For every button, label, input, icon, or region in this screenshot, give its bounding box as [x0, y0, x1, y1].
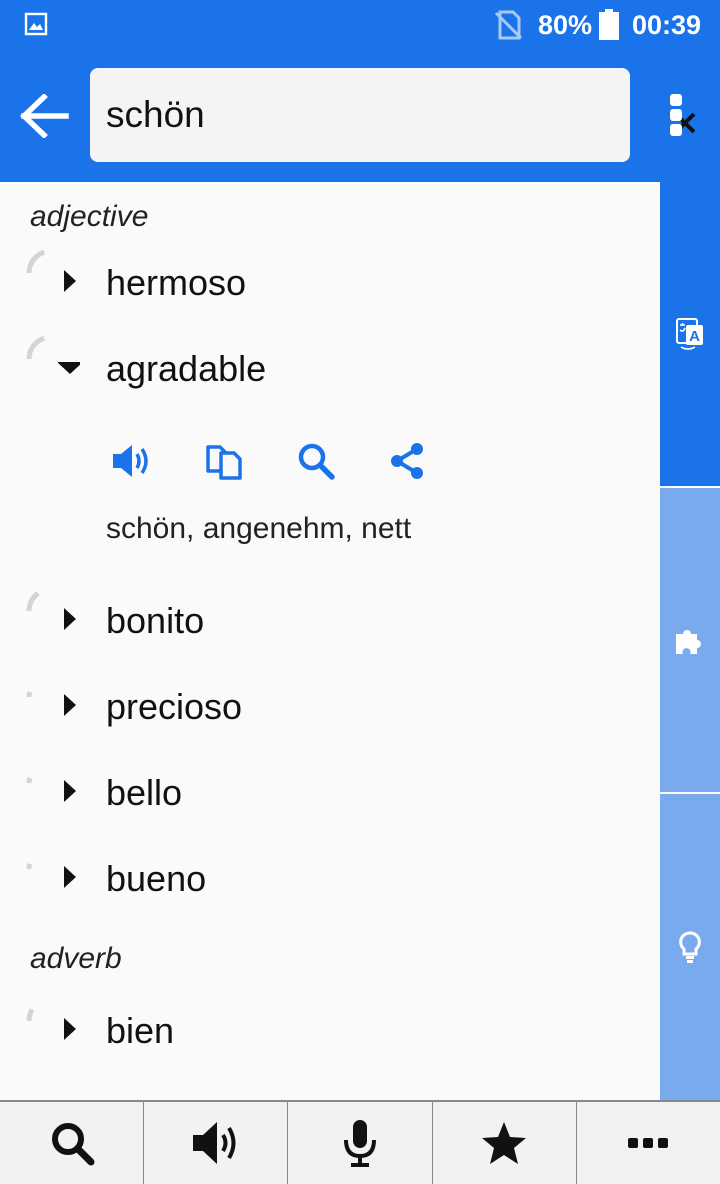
search-icon [51, 1123, 95, 1166]
speaker-icon [192, 1122, 236, 1164]
puzzle-icon [676, 630, 701, 654]
status-time: 00:39 [632, 10, 702, 40]
expand-right-icon [64, 270, 76, 292]
bottom-nav [0, 1100, 720, 1184]
translation-word: bien [106, 1010, 175, 1051]
arrow-back-icon [20, 94, 69, 138]
star-icon [482, 1122, 527, 1164]
gallery-notification-icon [24, 12, 48, 36]
translation-item[interactable]: hermoso [26, 248, 646, 314]
translation-item[interactable]: bien [26, 996, 646, 1062]
translation-item[interactable]: bello [26, 758, 646, 824]
copy-button[interactable] [197, 434, 251, 488]
status-bar: 80% 00:39 [0, 0, 720, 50]
svg-text:A: A [689, 328, 700, 345]
copy-icon [206, 445, 242, 480]
app-bar [0, 50, 720, 182]
translation-definition: schön, angenehm, nett [106, 512, 412, 545]
overflow-menu-button[interactable] [660, 90, 692, 140]
more-icon [628, 1138, 669, 1148]
search-box [90, 68, 696, 162]
lookup-button[interactable] [289, 434, 343, 488]
speaker-icon [113, 445, 148, 477]
tab-translate[interactable]: A [660, 182, 720, 486]
menu-dot [670, 94, 682, 106]
translation-word: bello [106, 772, 183, 813]
back-button[interactable] [16, 88, 74, 144]
nav-speaker-button[interactable] [143, 1102, 287, 1184]
tab-tips[interactable] [660, 794, 720, 1100]
menu-dot [670, 124, 682, 136]
translation-item-expanded[interactable]: agradable [26, 334, 646, 400]
microphone-icon [344, 1120, 376, 1167]
translation-item[interactable]: bonito [26, 586, 646, 652]
collapse-down-icon [58, 362, 80, 374]
tab-extensions[interactable] [660, 488, 720, 792]
translation-item[interactable]: precioso [26, 672, 646, 738]
pronounce-button[interactable] [104, 434, 158, 488]
expand-right-icon [64, 866, 76, 888]
nav-favorites-button[interactable] [431, 1102, 576, 1184]
share-button[interactable] [380, 434, 434, 488]
battery-percentage: 80% [538, 10, 593, 40]
expand-right-icon [64, 694, 76, 716]
translate-icon: A [676, 318, 703, 350]
expand-right-icon [64, 608, 76, 630]
word-actions [104, 434, 444, 488]
translation-item[interactable]: bueno [26, 844, 646, 910]
translation-word: agradable [106, 348, 267, 389]
expand-right-icon [64, 1018, 76, 1040]
translation-word: precioso [106, 686, 243, 727]
lightbulb-icon [679, 931, 701, 963]
search-icon [298, 443, 335, 480]
part-of-speech-label: adverb [30, 942, 122, 975]
part-of-speech-label: adjective [30, 200, 149, 233]
expand-right-icon [64, 780, 76, 802]
menu-dot [670, 109, 682, 121]
share-icon [391, 443, 423, 479]
nav-more-button[interactable] [575, 1102, 720, 1184]
translation-word: bueno [106, 858, 207, 899]
battery-icon [599, 9, 619, 40]
translation-word: hermoso [106, 262, 247, 303]
side-rail: A [660, 182, 720, 1100]
results-list: adjective hermoso agradable schön, angen… [0, 182, 660, 1100]
search-input[interactable] [106, 90, 566, 140]
nav-search-button[interactable] [0, 1102, 143, 1184]
nav-microphone-button[interactable] [287, 1102, 431, 1184]
translation-word: bonito [106, 600, 205, 641]
no-sim-icon [494, 10, 522, 40]
